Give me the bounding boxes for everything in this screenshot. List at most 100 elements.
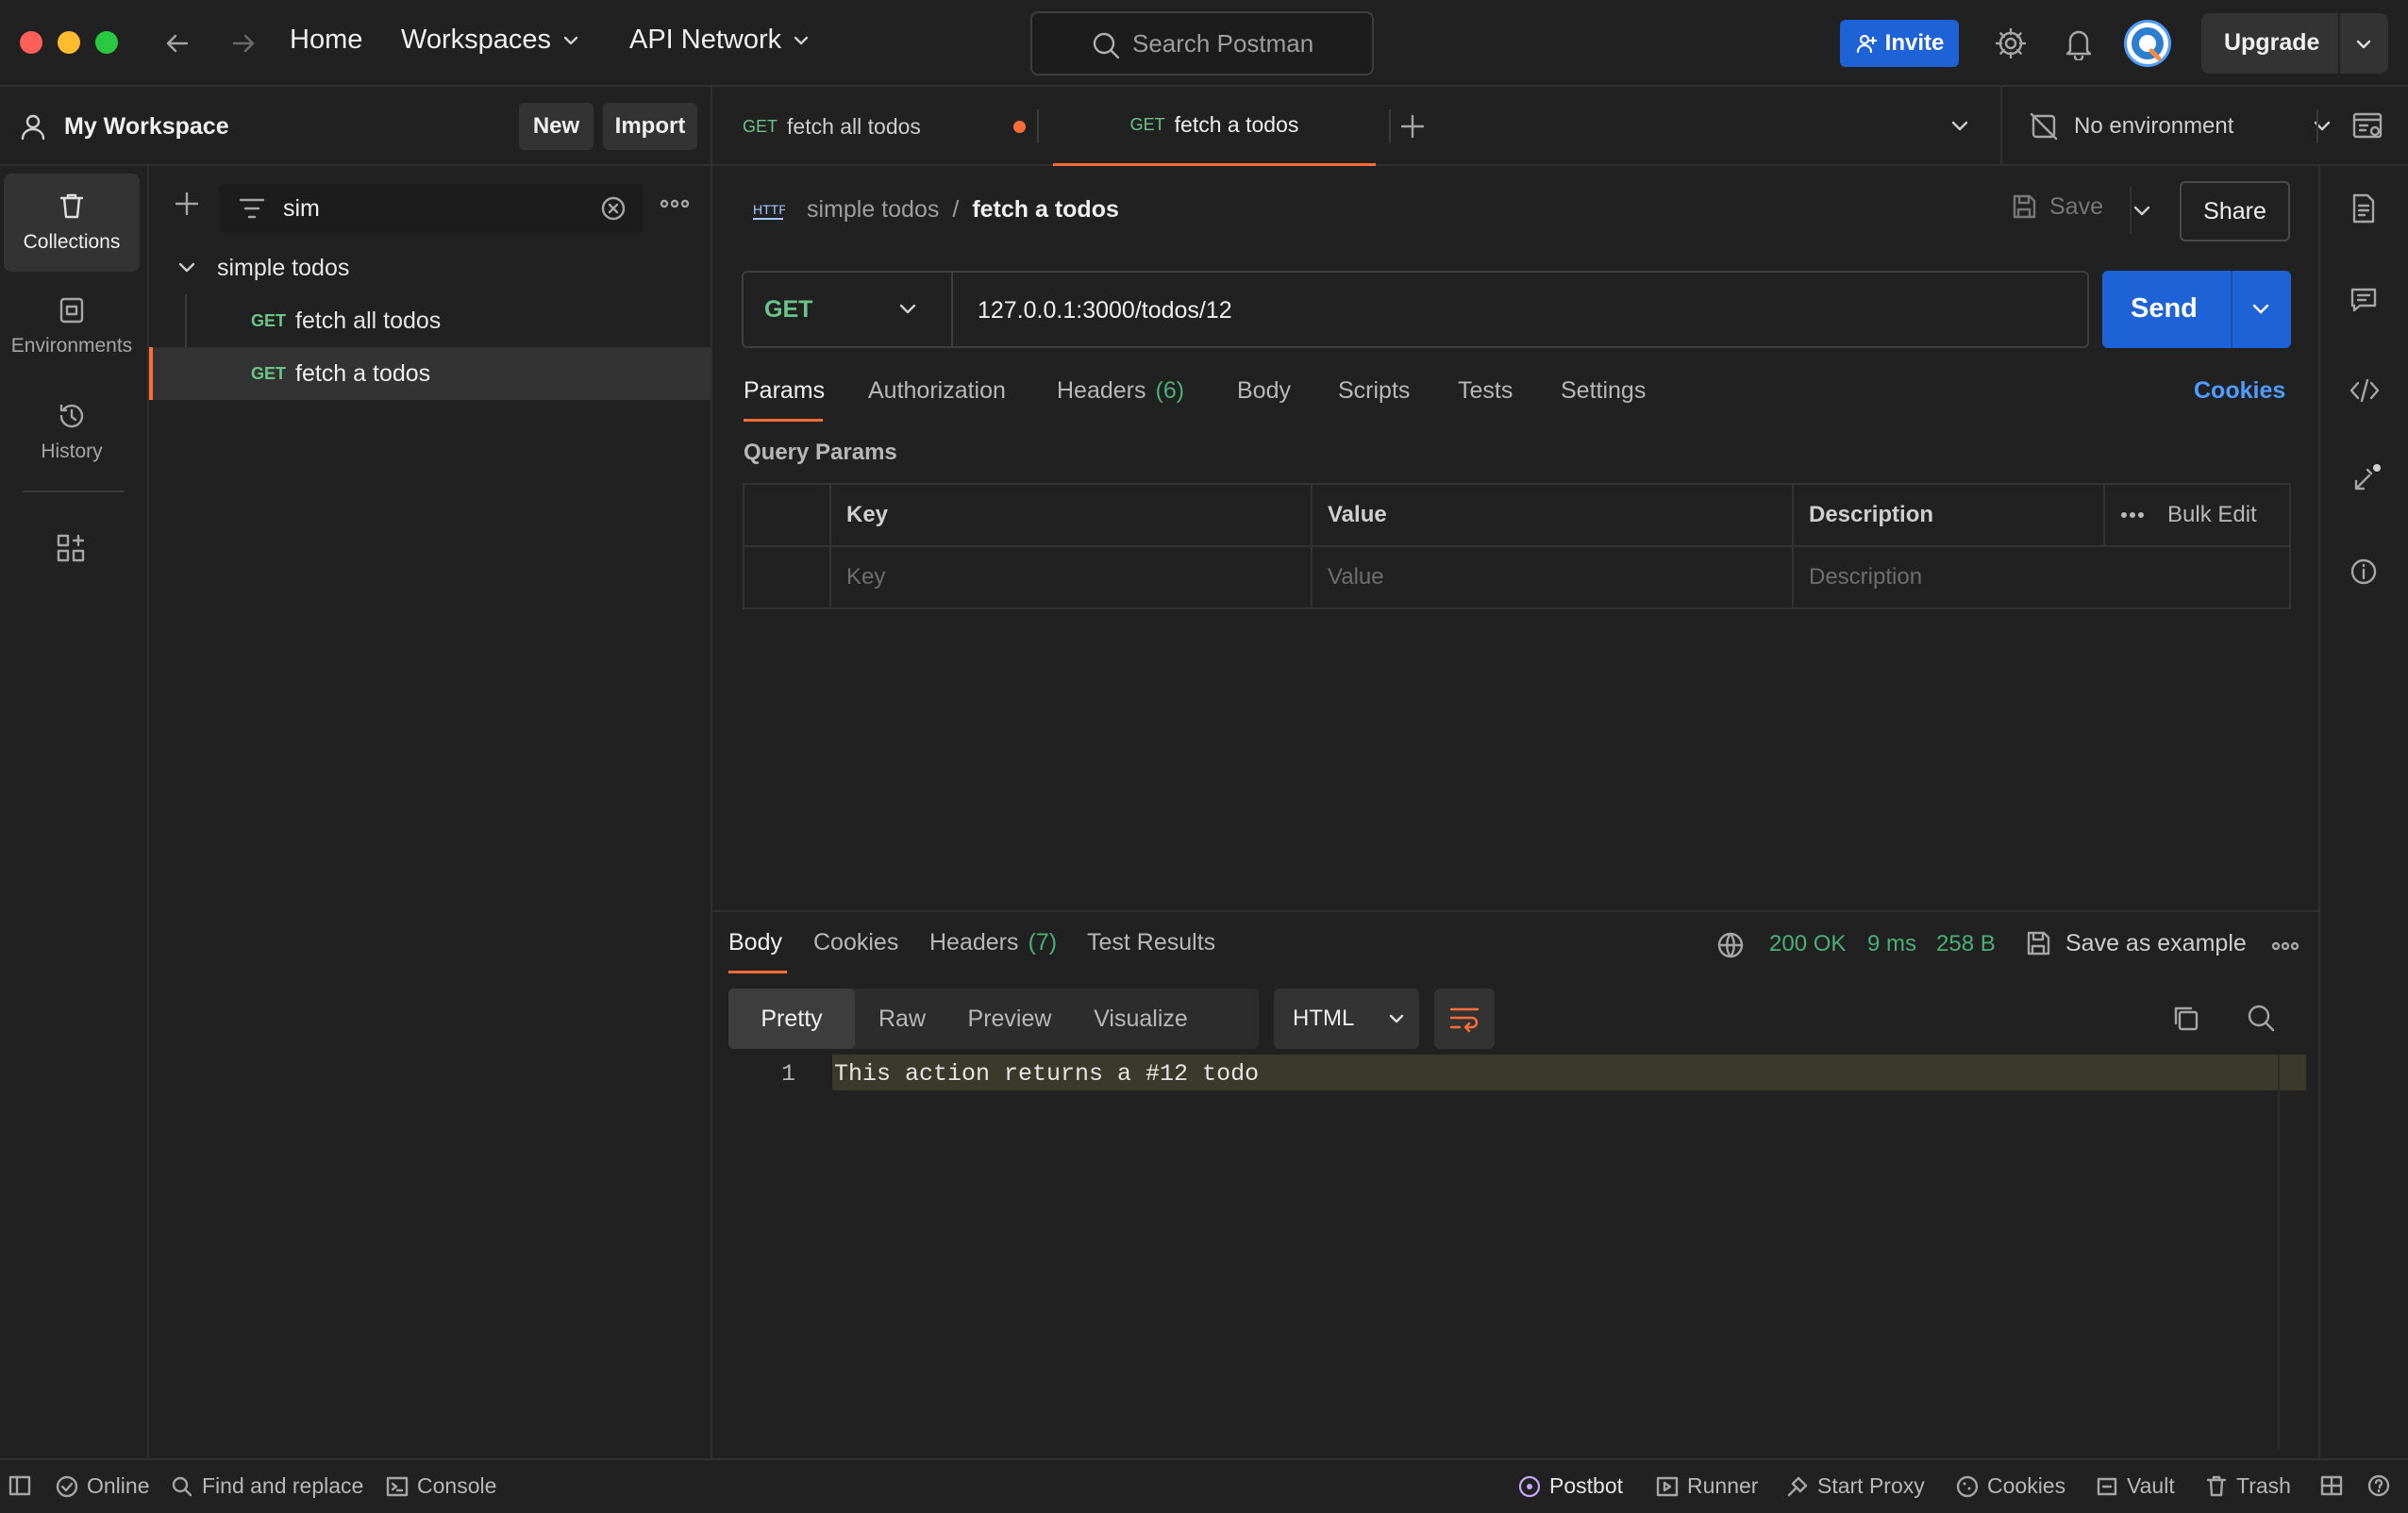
breadcrumb-collection[interactable]: simple todos [807, 196, 939, 224]
response-tab-test-results[interactable]: Test Results [1087, 929, 1215, 956]
tab-scripts[interactable]: Scripts [1338, 377, 1410, 405]
wrap-lines-button[interactable] [1434, 989, 1495, 1049]
trash-button[interactable]: Trash [2204, 1473, 2291, 1499]
forward-arrow-icon[interactable] [228, 28, 259, 58]
response-body-text: This action returns a #12 todo [834, 1060, 1260, 1088]
postbot-label: Postbot [1549, 1473, 1623, 1498]
request-item-fetch-a-todos[interactable]: GET fetch a todos [149, 347, 711, 400]
toggle-sidebar-icon[interactable] [8, 1473, 32, 1498]
rail-collections[interactable]: Collections [4, 174, 140, 272]
share-button[interactable]: Share [2180, 181, 2290, 241]
url-input[interactable]: 127.0.0.1:3000/todos/12 [978, 297, 1232, 324]
environment-selector[interactable]: No environment [2029, 87, 2333, 166]
page-title[interactable]: fetch a todos [972, 196, 1119, 224]
add-collection-icon[interactable] [174, 191, 200, 217]
collection-item-simple-todos[interactable]: simple todos [149, 241, 711, 294]
upgrade-button[interactable]: Upgrade [2224, 29, 2319, 57]
status-code[interactable]: 200 OK [1769, 931, 1846, 957]
back-arrow-icon[interactable] [162, 28, 192, 58]
tab-headers[interactable]: Headers (6) [1057, 377, 1184, 405]
chevron-down-icon[interactable] [176, 257, 198, 279]
settings-gear-icon[interactable] [1994, 26, 2028, 60]
method-select[interactable]: GET [744, 273, 953, 346]
tab-authorization[interactable]: Authorization [868, 377, 1006, 405]
value-input[interactable]: Value [1313, 547, 1794, 609]
rail-environments[interactable]: Environments [4, 277, 140, 375]
save-button[interactable]: Save [2010, 192, 2103, 221]
code-icon[interactable] [2349, 375, 2381, 406]
save-as-example-button[interactable]: Save as example [2024, 929, 2247, 957]
search-response-icon[interactable] [2246, 1003, 2276, 1033]
configure-workbench-icon[interactable] [55, 532, 87, 564]
documentation-icon[interactable] [2349, 192, 2379, 224]
cookies-button[interactable]: Cookies [1955, 1473, 2065, 1499]
view-raw[interactable]: Raw [855, 989, 949, 1049]
postbot-button[interactable]: Postbot [1517, 1473, 1623, 1499]
more-options-icon[interactable] [659, 196, 691, 211]
help-icon[interactable] [2366, 1473, 2391, 1498]
start-proxy-button[interactable]: Start Proxy [1785, 1473, 1925, 1499]
import-button[interactable]: Import [603, 103, 697, 150]
more-options-icon[interactable] [2271, 940, 2299, 952]
clear-filter-icon[interactable] [600, 195, 627, 222]
view-visualize[interactable]: Visualize [1070, 989, 1212, 1049]
tab-fetch-a-todos[interactable]: GET fetch a todos [1053, 87, 1376, 166]
tab-body[interactable]: Body [1237, 377, 1291, 405]
close-window-button[interactable] [20, 31, 42, 54]
response-size[interactable]: 258 B [1936, 931, 1996, 957]
request-item-fetch-all-todos[interactable]: GET fetch all todos [149, 294, 711, 347]
tab-tests[interactable]: Tests [1458, 377, 1513, 405]
cookies-link[interactable]: Cookies [2194, 377, 2285, 405]
minimize-window-button[interactable] [58, 31, 80, 54]
response-time[interactable]: 9 ms [1867, 931, 1916, 957]
workspace-name[interactable]: My Workspace [64, 113, 229, 141]
new-tab-icon[interactable] [1386, 113, 1439, 140]
rail-history[interactable]: History [4, 383, 140, 481]
notifications-bell-icon[interactable] [2063, 26, 2095, 60]
response-tab-body[interactable]: Body [728, 929, 782, 956]
copy-icon[interactable] [2170, 1003, 2200, 1033]
user-icon [21, 114, 45, 141]
tab-settings[interactable]: Settings [1561, 377, 1646, 405]
code-scrollbar[interactable] [2278, 1055, 2308, 1449]
response-tab-headers[interactable]: Headers (7) [929, 929, 1057, 956]
console-button[interactable]: Console [385, 1473, 496, 1499]
send-options-chevron-icon[interactable] [2249, 298, 2272, 321]
search-input[interactable]: Search Postman [1030, 11, 1374, 75]
find-replace-button[interactable]: Find and replace [170, 1473, 363, 1499]
runner-button[interactable]: Runner [1655, 1473, 1758, 1499]
trash-can-collections-icon [59, 193, 84, 219]
maximize-window-button[interactable] [95, 31, 118, 54]
chevron-down-icon[interactable] [2352, 33, 2375, 56]
invite-label: Invite [1884, 30, 1945, 56]
more-options-icon[interactable] [2120, 510, 2145, 520]
workspaces-menu[interactable]: Workspaces [401, 25, 581, 56]
avatar[interactable] [2124, 20, 2171, 67]
response-headers-label: Headers [929, 929, 1019, 956]
key-input[interactable]: Key [831, 547, 1313, 609]
collection-filter-input[interactable]: sim [219, 184, 644, 233]
view-preview[interactable]: Preview [949, 989, 1070, 1049]
format-select[interactable]: HTML [1274, 989, 1419, 1049]
send-button[interactable]: Send [2131, 293, 2198, 324]
tab-fetch-all-todos[interactable]: GET fetch all todos [733, 87, 1037, 166]
api-network-menu[interactable]: API Network [629, 25, 811, 56]
home-link[interactable]: Home [290, 25, 362, 56]
save-options-chevron-icon[interactable] [2131, 200, 2153, 223]
tab-params[interactable]: Params [744, 377, 825, 405]
invite-button[interactable]: Invite [1840, 20, 1959, 67]
related-collections-icon[interactable] [2349, 462, 2383, 496]
description-input[interactable]: Description [1794, 547, 2291, 609]
comments-icon[interactable] [2349, 285, 2379, 315]
info-icon[interactable] [2349, 557, 2379, 587]
new-button[interactable]: New [519, 103, 594, 150]
bulk-edit-button[interactable]: Bulk Edit [2167, 502, 2257, 528]
response-tab-cookies[interactable]: Cookies [813, 929, 898, 956]
online-status[interactable]: Online [55, 1473, 149, 1499]
tabs-chevron-down-icon[interactable] [1948, 115, 1971, 138]
vault-button[interactable]: Vault [2095, 1473, 2175, 1499]
environment-quick-look-icon[interactable] [2350, 109, 2384, 143]
view-pretty[interactable]: Pretty [728, 989, 855, 1049]
globe-icon[interactable] [1715, 930, 1746, 960]
layout-toggle-icon[interactable] [2319, 1473, 2344, 1498]
